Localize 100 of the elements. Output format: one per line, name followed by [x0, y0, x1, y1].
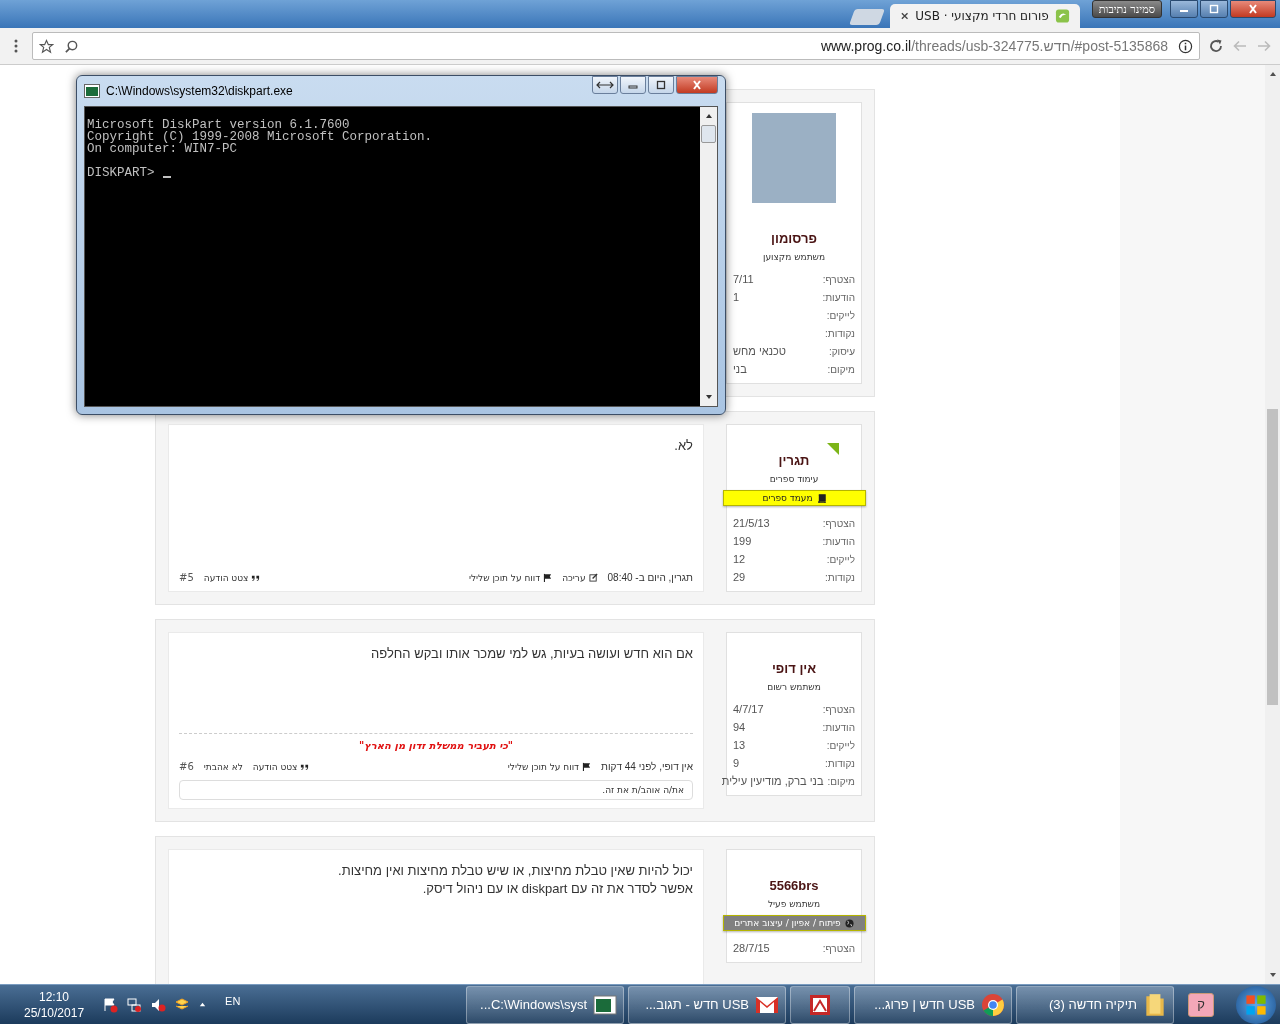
scroll-thumb[interactable]	[1267, 409, 1278, 705]
maximize-button[interactable]	[1200, 0, 1228, 18]
report-link[interactable]: דווח על תוכן שלילי	[468, 572, 553, 583]
stat-label: עיסוק:	[828, 345, 855, 359]
message-text: לא.	[673, 437, 693, 455]
stat-value: 9	[733, 756, 740, 771]
caret-icon[interactable]	[198, 1000, 208, 1009]
folder-icon	[1143, 991, 1167, 1018]
edit-icon	[588, 573, 598, 582]
resize-button[interactable]	[592, 76, 618, 94]
language-indicator[interactable]: EN	[225, 995, 241, 1007]
network-icon[interactable]	[126, 996, 143, 1013]
stat-label: מיקום:	[827, 775, 855, 789]
user-title: עימוד ספרים	[769, 474, 819, 484]
book-icon	[816, 493, 826, 503]
start-button[interactable]	[1236, 985, 1276, 1024]
stat-label: נקודות:	[825, 757, 855, 771]
windows-logo-icon	[1244, 992, 1268, 1017]
clock[interactable]: 12:10 25/10/2017	[24, 988, 85, 1021]
taskbar-button[interactable]: תיקיה חדשה (3)	[1016, 985, 1174, 1024]
pinned-app-button[interactable]: ק	[1188, 992, 1214, 1017]
post-byline: תגרין, היום ב- 08:40	[607, 572, 693, 583]
maximize-icon	[1208, 4, 1220, 14]
stat-label: לייקים:	[826, 739, 855, 753]
likes-summary: את/ה אוהב/ת את זה.	[179, 780, 693, 800]
edit-link[interactable]: עריכה	[562, 572, 598, 583]
stat-label: נקודות:	[825, 327, 855, 341]
stat-label: לייקים:	[826, 309, 855, 323]
close-button[interactable]	[1230, 0, 1276, 18]
banner-text: מעמד ספרים	[762, 493, 813, 503]
post-number[interactable]: #5	[179, 572, 194, 583]
stat-label: הודעות:	[822, 721, 855, 735]
new-tab-button[interactable]	[848, 9, 885, 25]
star-icon[interactable]	[39, 38, 54, 54]
stat-value: 94	[733, 720, 746, 735]
site-logo-icon	[1054, 8, 1070, 24]
stat-label: הצטרף:	[822, 942, 855, 956]
scrollbar[interactable]	[1265, 65, 1280, 984]
stat-value: בני ברק, מודיעין עילית	[721, 774, 824, 789]
stat-label: הצטרף:	[822, 703, 855, 717]
stat-value: 13	[733, 738, 746, 753]
console-app-icon	[84, 84, 100, 98]
signature-text: "כי תעביר ממשלת זדון מן הארץ"	[179, 733, 693, 751]
flag-icon	[582, 762, 592, 771]
stat-label: לייקים:	[826, 553, 855, 567]
console-line: Microsoft DiskPart version 6.1.7600	[87, 119, 350, 131]
user-title: משתמש רשום	[767, 682, 821, 692]
stat-value: 7/11	[733, 272, 754, 287]
stat-label: מיקום:	[827, 363, 855, 377]
flag-icon	[543, 573, 553, 582]
report-link[interactable]: דווח על תוכן שלילי	[507, 761, 592, 772]
message-text: אם הוא חדש ועושה בעיות, גש למי שמכר אותו ובקש החלפה	[370, 645, 693, 663]
console-close-button[interactable]	[676, 76, 718, 94]
user-name[interactable]: 5566brs	[769, 878, 819, 893]
search-icon[interactable]	[64, 38, 79, 54]
user-name[interactable]: פרסומון	[771, 231, 817, 246]
taskbar-button[interactable]: USB חדש | פרוג...	[854, 985, 1012, 1024]
stat-label: הודעות:	[822, 535, 855, 549]
taskbar-button[interactable]: USB חדש - תגוב...	[628, 985, 786, 1024]
minimize-button[interactable]	[1170, 0, 1198, 18]
stat-value: 1	[733, 290, 740, 305]
console-maximize-button[interactable]	[648, 76, 674, 94]
user-name[interactable]: אין דופי	[771, 661, 817, 676]
stat-value: טכנאי מחש	[733, 344, 786, 359]
profile-button[interactable]: סמינר נתיבות	[1091, 0, 1162, 18]
globe-icon	[844, 918, 854, 928]
banner-text: פיתוח / אפיון / עיצוב אתרים	[734, 918, 841, 928]
quote-icon	[251, 573, 261, 582]
taskbar-button[interactable]	[790, 985, 850, 1024]
user-title: משתמש פעיל	[767, 899, 821, 909]
stat-value: 199	[733, 534, 752, 549]
double-arrow-icon	[595, 80, 615, 90]
post-number[interactable]: #6	[179, 761, 194, 772]
user-name[interactable]: תגרין	[778, 453, 810, 468]
quote-icon	[300, 762, 310, 771]
console-minimize-button[interactable]	[620, 76, 646, 94]
maximize-icon	[655, 80, 667, 90]
stat-value: 12	[733, 552, 746, 567]
console-window-title: C:\Windows\system32\diskpart.exe	[106, 84, 293, 98]
unlike-link[interactable]: לא אהבתי	[203, 761, 243, 772]
stat-value: 4/7/17	[733, 702, 764, 717]
quote-link[interactable]: צטט הודעה	[203, 572, 261, 583]
message-text: אפשר לסדר את זה עם diskpart או עם ניהול דיסק.	[421, 880, 693, 898]
close-tab-icon[interactable]	[899, 11, 910, 21]
browser-tab[interactable]: פורום חרדי מקצועי · USB	[889, 4, 1080, 28]
info-icon[interactable]	[1178, 38, 1193, 54]
user-title: משתמש מקצוען	[762, 252, 826, 262]
taskbar-button[interactable]: C:\Windows\syst...	[466, 985, 624, 1024]
stat-label: הצטרף:	[822, 517, 855, 531]
text-cursor	[162, 176, 171, 178]
console-line: On computer: WIN7-PC	[87, 143, 239, 155]
console-scrollbar[interactable]	[700, 107, 717, 406]
reload-icon[interactable]	[1208, 38, 1224, 54]
flag-icon[interactable]	[102, 996, 119, 1013]
console-prompt: DISKPART>	[87, 167, 155, 179]
scroll-thumb[interactable]	[701, 125, 716, 143]
chrome-icon	[981, 991, 1005, 1018]
stat-label: הצטרף:	[822, 273, 855, 287]
quote-link[interactable]: צטט הודעה	[252, 761, 310, 772]
stat-value: בני	[733, 362, 747, 377]
